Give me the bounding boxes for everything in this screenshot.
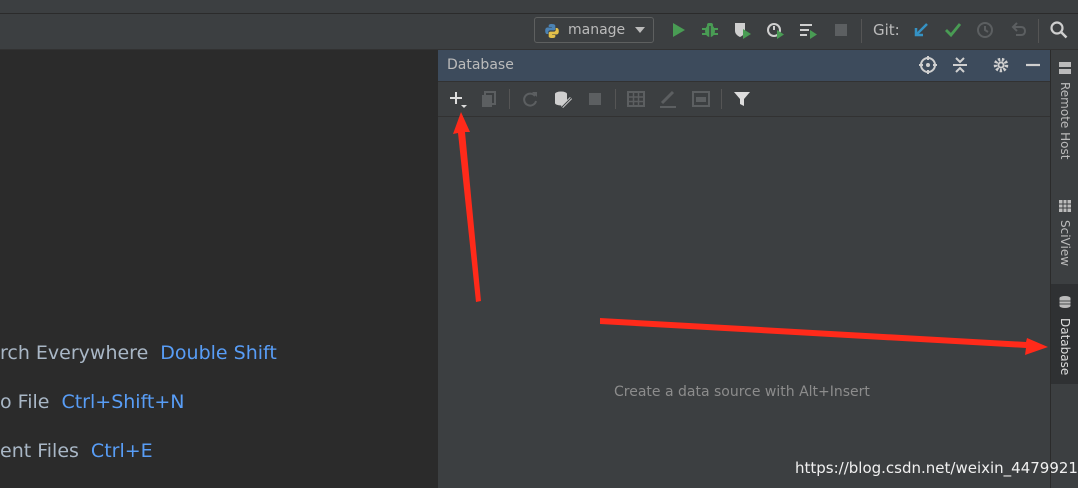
- git-rollback-icon[interactable]: [1008, 20, 1028, 40]
- right-tool-stripe: Remote Host SciView Database: [1050, 50, 1078, 488]
- server-icon: [1059, 62, 1071, 74]
- console-icon[interactable]: [691, 89, 711, 109]
- title-strip: [0, 0, 1078, 14]
- toolbar-separator: [721, 89, 722, 109]
- hint-text: rch Everywhere: [0, 342, 149, 364]
- editor-area: rch Everywhere Double Shift o File Ctrl+Sh…: [0, 50, 436, 488]
- git-label: Git:: [873, 21, 900, 39]
- hint-shortcut: Double Shift: [160, 342, 277, 364]
- git-history-icon[interactable]: [975, 20, 995, 40]
- filter-icon[interactable]: [732, 89, 752, 109]
- python-icon: [545, 24, 559, 38]
- database-panel-title: Database: [447, 57, 514, 73]
- run-configuration-select[interactable]: manage: [534, 17, 654, 43]
- toolbar-separator: [1038, 19, 1039, 43]
- minimize-icon[interactable]: [1023, 55, 1043, 75]
- search-icon[interactable]: [1049, 20, 1069, 40]
- hint-shortcut: Ctrl+Shift+N: [61, 391, 185, 413]
- target-icon[interactable]: [918, 55, 938, 75]
- tab-database[interactable]: Database: [1051, 284, 1078, 384]
- main-toolbar: manage Git:: [0, 0, 1078, 50]
- toolbar-separator: [615, 89, 616, 109]
- grid-icon: [1059, 200, 1071, 212]
- properties-icon[interactable]: [553, 89, 573, 109]
- database-panel-toolbar: [438, 82, 1051, 117]
- debug-icon[interactable]: [700, 20, 720, 40]
- empty-state-text: Create a data source with Alt+Insert: [614, 384, 870, 400]
- run-concurrency-icon[interactable]: [798, 20, 818, 40]
- hint-text: ent Files: [0, 440, 79, 462]
- tab-label: Database: [1058, 318, 1072, 376]
- hint-goto-file: o File Ctrl+Shift+N: [0, 391, 185, 413]
- refresh-icon[interactable]: [520, 89, 540, 109]
- git-commit-icon[interactable]: [943, 20, 963, 40]
- profile-icon[interactable]: [765, 20, 785, 40]
- run-icon[interactable]: [668, 20, 688, 40]
- hint-search-everywhere: rch Everywhere Double Shift: [0, 342, 277, 364]
- watermark: https://blog.csdn.net/weixin_44799217: [795, 459, 1078, 477]
- database-icon: [1059, 296, 1071, 308]
- tab-label: SciView: [1058, 220, 1072, 267]
- run-configuration-label: manage: [568, 22, 626, 38]
- stop-icon[interactable]: [831, 20, 851, 40]
- hint-text: o File: [0, 391, 50, 413]
- tab-label: Remote Host: [1058, 82, 1072, 160]
- settings-icon[interactable]: [991, 55, 1011, 75]
- toolbar-separator: [509, 89, 510, 109]
- toolbar-separator: [861, 19, 862, 43]
- hint-shortcut: Ctrl+E: [90, 440, 153, 462]
- database-tool-window: Database Create a data source with Alt+I…: [437, 50, 1051, 488]
- tab-remote-host[interactable]: Remote Host: [1051, 56, 1078, 176]
- stop-icon[interactable]: [585, 89, 605, 109]
- add-icon[interactable]: [447, 89, 467, 109]
- collapse-icon[interactable]: [950, 55, 970, 75]
- chevron-down-icon: [635, 27, 645, 33]
- hint-recent-files: ent Files Ctrl+E: [0, 440, 153, 462]
- git-update-icon[interactable]: [911, 20, 931, 40]
- table-icon[interactable]: [626, 89, 646, 109]
- tab-sciview[interactable]: SciView: [1051, 194, 1078, 274]
- copy-icon[interactable]: [479, 89, 499, 109]
- database-panel-header: Database: [438, 50, 1051, 82]
- coverage-icon[interactable]: [732, 20, 752, 40]
- edit-icon[interactable]: [658, 89, 678, 109]
